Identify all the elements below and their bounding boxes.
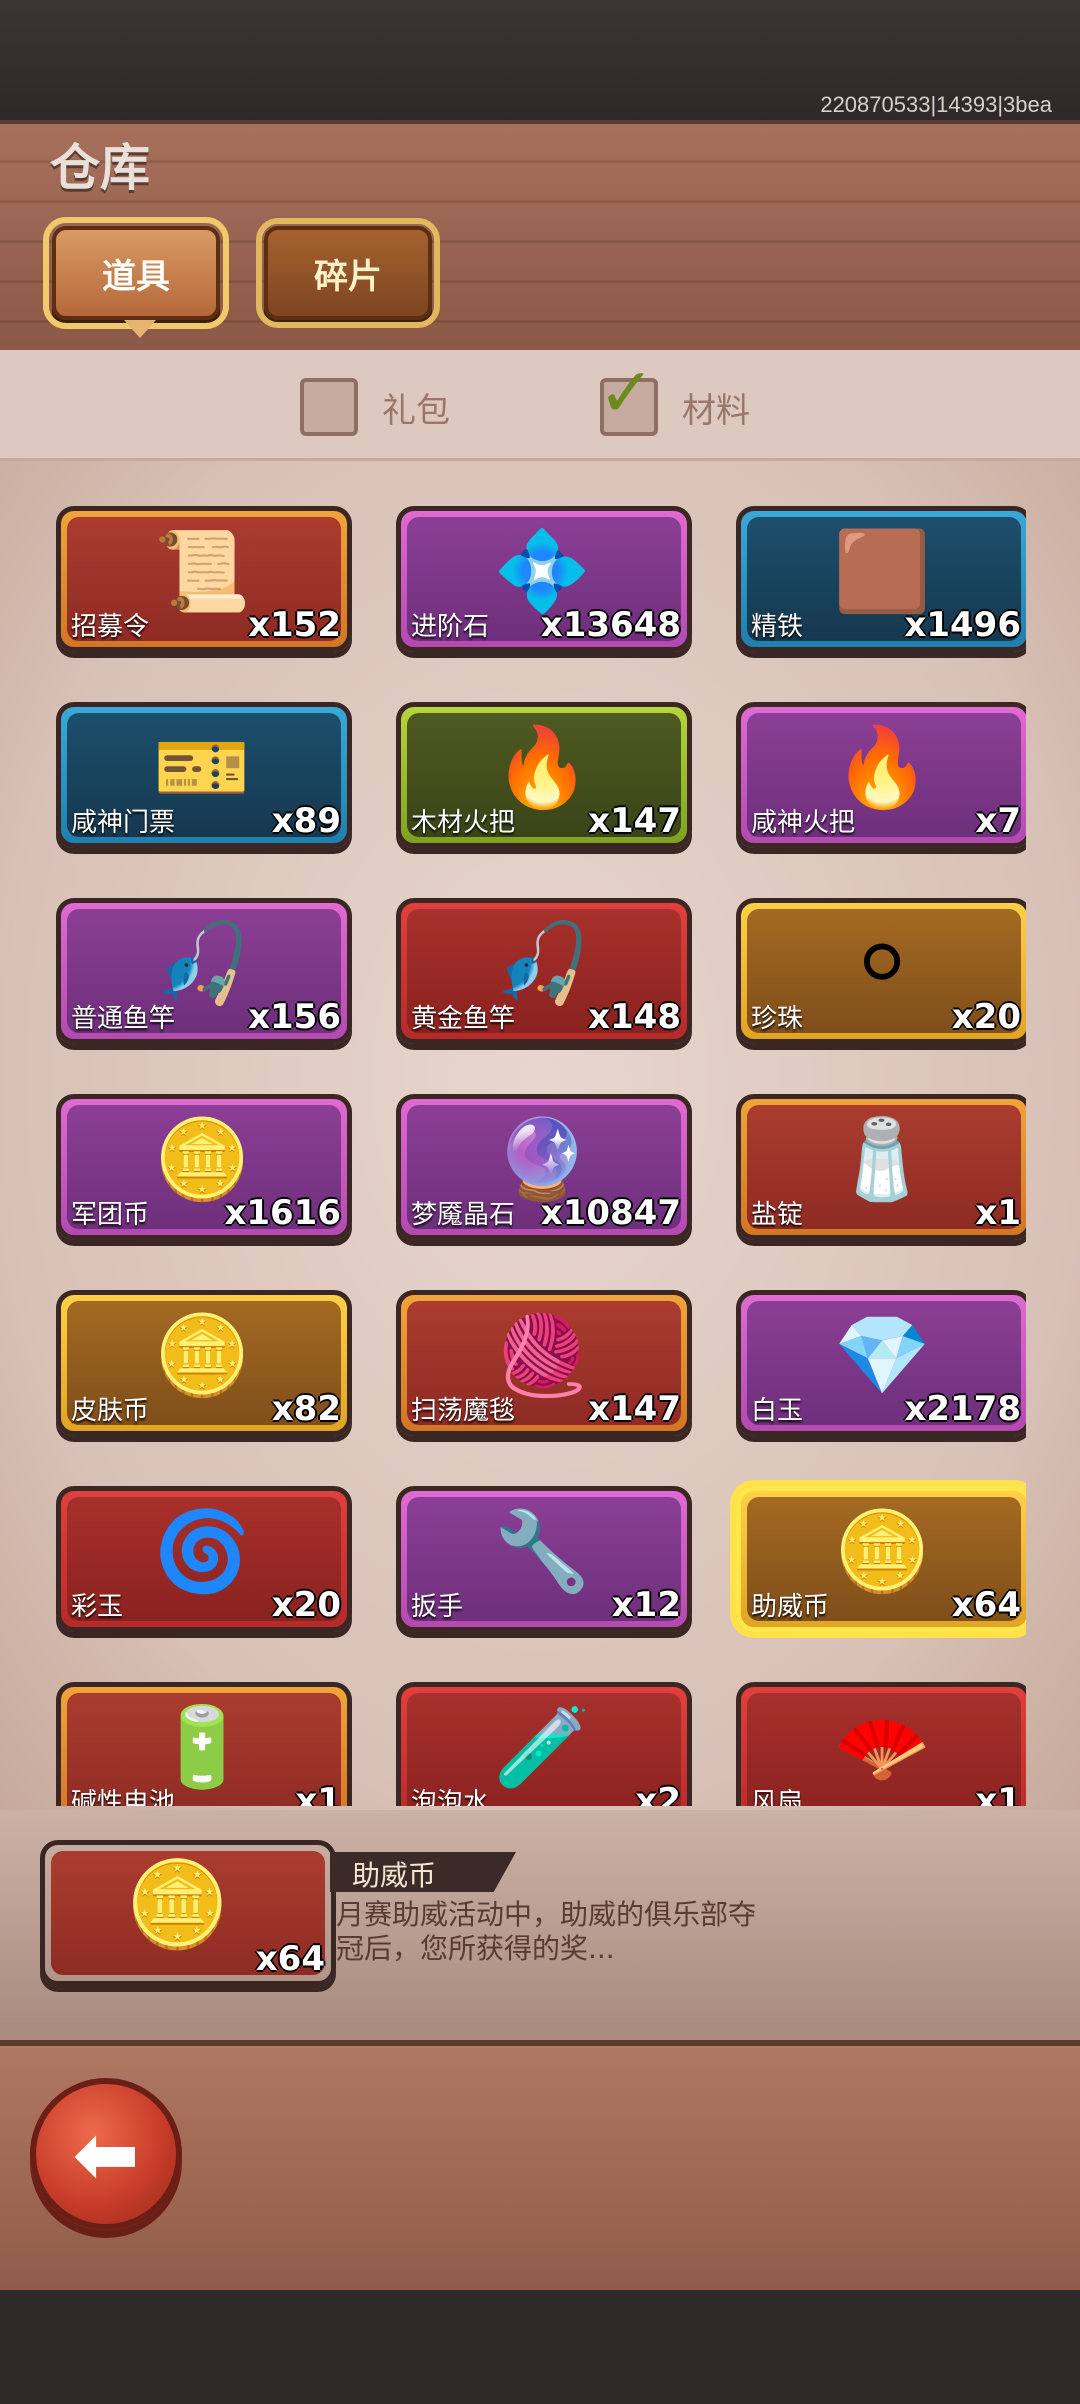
item-name: 泡泡水 — [411, 1788, 490, 1806]
inventory-item[interactable]: 💎 白玉 x2178 — [736, 1290, 1026, 1436]
back-arrow-icon: ⬅ — [72, 2107, 140, 2201]
item-count: x12 — [611, 1585, 681, 1625]
item-name: 风扇 — [751, 1788, 804, 1806]
back-button[interactable]: ⬅ — [30, 2078, 182, 2230]
selected-item-card: 🪙 x64 — [40, 1840, 336, 1986]
bubble-water-icon: 🧪 — [493, 1702, 591, 1793]
item-name: 碱性电池 — [71, 1788, 176, 1806]
filter-bar — [0, 350, 1080, 461]
wrench-icon: 🔧 — [493, 1506, 591, 1597]
item-grid: 📜 招募令 x152 💠 进阶石 x13648 🟫 精铁 x1496 🎫 咸神门票 x89 🔥 木材火把 x… — [56, 506, 1026, 1806]
skin-coin-icon: 🪙 — [153, 1310, 251, 1401]
bottom-bar — [0, 2290, 1080, 2404]
scroll-icon: 📜 — [153, 526, 251, 617]
inventory-item[interactable]: 🧂 盐锭 x1 — [736, 1094, 1026, 1240]
item-count: x1 — [975, 1781, 1021, 1806]
inventory-item[interactable]: 🎣 黄金鱼竿 x148 — [396, 898, 692, 1044]
gift-pack-checkbox[interactable] — [300, 378, 358, 436]
filter-label: 礼包 — [382, 390, 450, 431]
inventory-item[interactable]: 🟫 精铁 x1496 — [736, 506, 1026, 652]
inventory-item[interactable]: 🎣 普通鱼竿 x156 — [56, 898, 352, 1044]
inventory-item[interactable]: 🌀 彩玉 x20 — [56, 1486, 352, 1632]
item-name: 白玉 — [751, 1396, 804, 1426]
build-id: 220870533|14393|3bea — [820, 92, 1052, 117]
pearl-icon: ⚪ — [849, 919, 915, 1009]
item-count: x89 — [271, 801, 341, 841]
inventory-item[interactable]: 📜 招募令 x152 — [56, 506, 352, 652]
item-count: x152 — [248, 605, 341, 645]
item-count: x1496 — [904, 605, 1021, 645]
tab-items[interactable]: 道具 — [43, 217, 229, 329]
filter-gift-packs[interactable]: 礼包 — [300, 378, 450, 436]
item-count: x2178 — [904, 1389, 1021, 1429]
item-name: 咸神火把 — [751, 808, 856, 838]
item-name: 咸神门票 — [71, 808, 176, 838]
filter-label: 材料 — [682, 390, 750, 431]
item-count: x2 — [635, 1781, 681, 1806]
item-count: x148 — [588, 997, 681, 1037]
cheer-coin-icon: 🪙 — [125, 1855, 230, 1953]
active-tab-indicator — [124, 320, 156, 338]
item-name: 皮肤币 — [71, 1396, 150, 1426]
item-count: x1 — [295, 1781, 341, 1806]
item-name: 精铁 — [751, 612, 804, 642]
item-name: 进阶石 — [411, 612, 490, 642]
item-count: x64 — [951, 1585, 1021, 1625]
selected-item-name: 助威币 — [352, 1859, 437, 1892]
salt-ingot-icon: 🧂 — [833, 1114, 931, 1205]
fan-icon: 🪭 — [833, 1702, 931, 1793]
inventory-item[interactable]: 🔥 咸神火把 x7 — [736, 702, 1026, 848]
item-name: 招募令 — [71, 612, 150, 642]
item-count: x7 — [975, 801, 1021, 841]
inventory-item[interactable]: 🧪 泡泡水 x2 — [396, 1682, 692, 1806]
filter-materials[interactable]: ✓ 材料 — [598, 354, 750, 436]
inventory-item[interactable]: 🪙 皮肤币 x82 — [56, 1290, 352, 1436]
item-name: 梦魇晶石 — [411, 1200, 516, 1230]
inventory-item[interactable]: ⚪ 珍珠 x20 — [736, 898, 1026, 1044]
item-name: 黄金鱼竿 — [411, 1004, 516, 1034]
inventory-item[interactable]: 🔥 木材火把 x147 — [396, 702, 692, 848]
selected-item-description: 月赛助威活动中，助威的俱乐部夺冠后，您所获得的奖... — [336, 1898, 757, 1965]
item-name: 军团币 — [71, 1200, 150, 1230]
item-count: x20 — [951, 997, 1021, 1037]
item-name: 盐锭 — [751, 1200, 804, 1230]
rainbow-jade-icon: 🌀 — [153, 1506, 251, 1597]
materials-checkbox[interactable]: ✓ — [598, 354, 658, 436]
inventory-item[interactable]: 🔧 扳手 x12 — [396, 1486, 692, 1632]
inventory-item[interactable]: 🪙 军团币 x1616 — [56, 1094, 352, 1240]
item-count: x10847 — [540, 1193, 681, 1233]
item-count: x13648 — [540, 605, 681, 645]
item-name: 珍珠 — [751, 1004, 804, 1034]
selected-item-count: x64 — [255, 1939, 325, 1979]
item-count: x1 — [975, 1193, 1021, 1233]
inventory-item[interactable]: 🔮 梦魇晶石 x10847 — [396, 1094, 692, 1240]
item-count: x82 — [271, 1389, 341, 1429]
inventory-item[interactable]: 🧶 扫荡魔毯 x147 — [396, 1290, 692, 1436]
item-name: 扫荡魔毯 — [411, 1396, 516, 1426]
check-icon: ✓ — [598, 354, 655, 433]
item-name: 彩玉 — [71, 1592, 124, 1622]
inventory-item[interactable]: 🎫 咸神门票 x89 — [56, 702, 352, 848]
inventory-item[interactable]: 🔋 碱性电池 x1 — [56, 1682, 352, 1806]
item-count: x1616 — [224, 1193, 341, 1233]
item-name: 普通鱼竿 — [71, 1004, 176, 1034]
inventory-item[interactable]: 💠 进阶石 x13648 — [396, 506, 692, 652]
item-count: x147 — [588, 801, 681, 841]
item-count: x147 — [588, 1389, 681, 1429]
page-title: 仓库 — [50, 139, 150, 197]
inventory-item[interactable]: 🪙 助威币 x64 — [736, 1486, 1026, 1632]
inventory-item[interactable]: 🪭 风扇 x1 — [736, 1682, 1026, 1806]
item-name: 扳手 — [411, 1592, 464, 1622]
cheer-coin-icon: 🪙 — [833, 1506, 931, 1597]
item-name: 助威币 — [751, 1592, 830, 1622]
tab-fragments[interactable]: 碎片 — [256, 218, 440, 328]
item-name: 木材火把 — [411, 808, 516, 838]
item-count: x156 — [248, 997, 341, 1037]
item-count: x20 — [271, 1585, 341, 1625]
